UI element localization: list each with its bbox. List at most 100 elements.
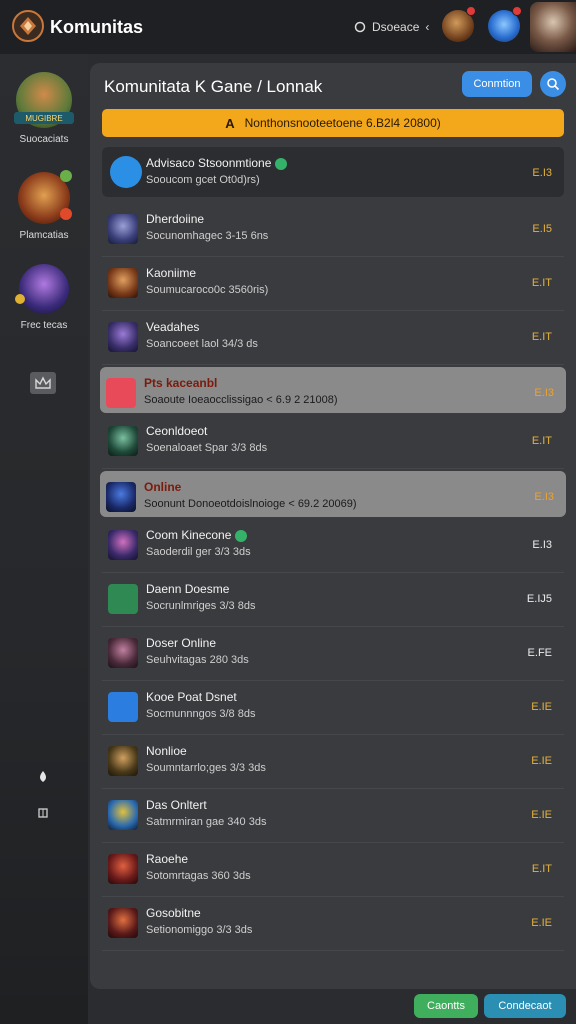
item-subtitle: Seuhvitagas 280 3ds — [146, 654, 249, 666]
list-item[interactable]: Advisaco Stsoonmtione Sooucom gcet Ot0d)r… — [102, 147, 564, 197]
item-value: E.IE — [531, 701, 552, 713]
list-item[interactable]: Gosobitne Setionomiggo 3/3 3ds E.IE — [102, 897, 564, 951]
drop-icon[interactable] — [30, 766, 56, 788]
sidebar: MUGIBRE Suocaciats Plamcatias Frec tecas — [0, 54, 88, 1024]
status-ring-icon — [354, 21, 366, 33]
game-avatar-icon — [106, 482, 136, 512]
notification-dot — [466, 6, 476, 16]
item-name: Nonlioe — [146, 744, 187, 758]
connect-footer-button[interactable]: Condecaot — [484, 994, 566, 1018]
game-avatar-icon — [108, 426, 138, 456]
game-avatar-icon — [108, 854, 138, 884]
game-avatar-icon — [106, 378, 136, 408]
list-item[interactable]: Nonlioe Soumntarrlo;ges 3/3 3ds E.IE — [102, 735, 564, 789]
item-name: Pts kaceanbl — [144, 376, 217, 390]
item-subtitle: Soumucaroco0c 3560ris) — [146, 284, 269, 296]
profile-avatar-hero[interactable] — [530, 2, 576, 52]
item-subtitle: Socunomhagec 3-15 6ns — [146, 230, 269, 242]
sidebar-item-label: Plamcatias — [19, 230, 69, 241]
list-item[interactable]: Ceonldoeot Soenaloaet Spar 3/3 8ds E.IT — [102, 415, 564, 469]
item-name: Online — [144, 480, 181, 494]
item-subtitle: Sotomrtagas 360 3ds — [146, 870, 251, 882]
list-item[interactable]: Dherdoiine Socunomhagec 3-15 6ns E.I5 — [102, 203, 564, 257]
list-item[interactable]: Das Onltert Satmrmiran gae 340 3ds E.IE — [102, 789, 564, 843]
archer-avatar-icon — [18, 170, 72, 224]
top-status[interactable]: Dsoeace ‹ — [354, 20, 429, 34]
list-item[interactable]: Doser Online Seuhvitagas 280 3ds E.FE — [102, 627, 564, 681]
item-name: Kaoniime — [146, 266, 196, 280]
sidebar-item-2[interactable]: Plamcatias — [0, 170, 88, 241]
item-name-text: Veadahes — [146, 320, 200, 334]
game-avatar-icon — [110, 156, 142, 188]
item-value: E.I3 — [532, 539, 552, 551]
item-value: E.I3 — [534, 387, 554, 399]
page-title: Komunitata K Gane / Lonnak — [104, 77, 323, 96]
item-subtitle: Soenaloaet Spar 3/3 8ds — [146, 442, 268, 454]
game-avatar-icon — [108, 638, 138, 668]
item-name-text: Kooe Poat Dsnet — [146, 690, 237, 704]
online-status-icon — [235, 529, 248, 542]
app-logo-icon[interactable] — [12, 10, 44, 42]
user-search-button[interactable] — [540, 71, 566, 97]
list-item[interactable]: Pts kaceanbl Soaoute Ioeaocclissigao < 6.… — [100, 367, 566, 413]
game-avatar-icon — [108, 692, 138, 722]
item-name: Veadahes — [146, 320, 199, 334]
item-subtitle: Soancoeet laol 34/3 ds — [146, 338, 258, 350]
connect-button[interactable]: Conmtion — [462, 71, 532, 97]
game-avatar-icon — [108, 214, 138, 244]
list-item[interactable]: Raoehe Sotomrtagas 360 3ds E.IT — [102, 843, 564, 897]
item-name-text: Raoehe — [146, 852, 189, 866]
game-avatar-icon — [108, 530, 138, 560]
list-item[interactable]: Online Soonunt Donoeotdoislnoioge < 69.2 … — [100, 471, 566, 517]
game-avatar-icon — [108, 746, 138, 776]
item-name-text: Kaoniime — [146, 266, 197, 280]
item-name-text: Online — [144, 480, 182, 494]
warning-icon: A — [225, 115, 235, 131]
item-subtitle: Soonunt Donoeotdoislnoioge < 69.2 20069) — [144, 498, 357, 510]
list-item[interactable]: Kooe Poat Dsnet Socmunnngos 3/8 8ds E.IE — [102, 681, 564, 735]
warning-banner[interactable]: A Nonthonsnooteetoene 6.B2l4 20800) — [102, 109, 564, 137]
game-avatar-icon — [108, 322, 138, 352]
item-name-text: Pts kaceanbl — [144, 376, 218, 390]
item-value: E.IE — [531, 917, 552, 929]
item-name: Gosobitne — [146, 906, 201, 920]
book-icon[interactable] — [30, 802, 56, 824]
item-subtitle: Soumntarrlo;ges 3/3 3ds — [146, 762, 266, 774]
moon-icon[interactable] — [30, 340, 56, 362]
list-item[interactable]: Veadahes Soancoeet laol 34/3 ds E.IT — [102, 311, 564, 365]
game-avatar-icon — [108, 908, 138, 938]
item-name-text: Gosobitne — [146, 906, 201, 920]
item-value: E.I5 — [532, 223, 552, 235]
item-subtitle: Socmunnngos 3/8 8ds — [146, 708, 256, 720]
sidebar-item-1[interactable]: MUGIBRE Suocaciats — [0, 72, 88, 145]
sidebar-item-3[interactable]: Frec tecas — [0, 264, 88, 331]
item-value: E.IT — [531, 863, 552, 875]
item-subtitle: Sooucom gcet Ot0d)rs) — [146, 174, 260, 186]
item-subtitle: Socrunlmriges 3/3 8ds — [146, 600, 256, 612]
sidebar-item-label: Suocaciats — [19, 134, 69, 145]
item-subtitle: Setionomiggo 3/3 3ds — [146, 924, 253, 936]
item-name-text: Ceonldoeot — [146, 424, 208, 438]
contacts-button[interactable]: Caontts — [414, 994, 478, 1018]
item-name-text: Doser Online — [146, 636, 217, 650]
item-name-text: Advisaco Stsoonmtione — [146, 156, 272, 170]
list-item[interactable]: Coom Kinecone Saoderdil ger 3/3 3ds E.I3 — [102, 519, 564, 573]
notification-dot — [512, 6, 522, 16]
item-name: Das Onltert — [146, 798, 207, 812]
warning-text: Nonthonsnooteetoene 6.B2l4 20800) — [244, 116, 441, 130]
item-value: E.I3 — [532, 167, 552, 179]
alert-dot — [60, 208, 72, 220]
item-value: E.IT — [531, 331, 552, 343]
warrior-avatar-icon: MUGIBRE — [14, 72, 74, 128]
community-list: Advisaco Stsoonmtione Sooucom gcet Ot0d)r… — [100, 147, 566, 951]
item-name: Doser Online — [146, 636, 216, 650]
list-item[interactable]: Kaoniime Soumucaroco0c 3560ris) E.IT — [102, 257, 564, 311]
online-status-icon — [275, 157, 288, 170]
app-title: Komunitas — [50, 17, 144, 37]
item-name: Coom Kinecone — [146, 528, 248, 542]
crown-icon[interactable] — [30, 372, 56, 394]
list-item[interactable]: Daenn Doesme Socrunlmriges 3/3 8ds E.IJ5 — [102, 573, 564, 627]
item-name: Ceonldoeot — [146, 424, 207, 438]
item-name: Raoehe — [146, 852, 188, 866]
item-name: Daenn Doesme — [146, 582, 229, 596]
